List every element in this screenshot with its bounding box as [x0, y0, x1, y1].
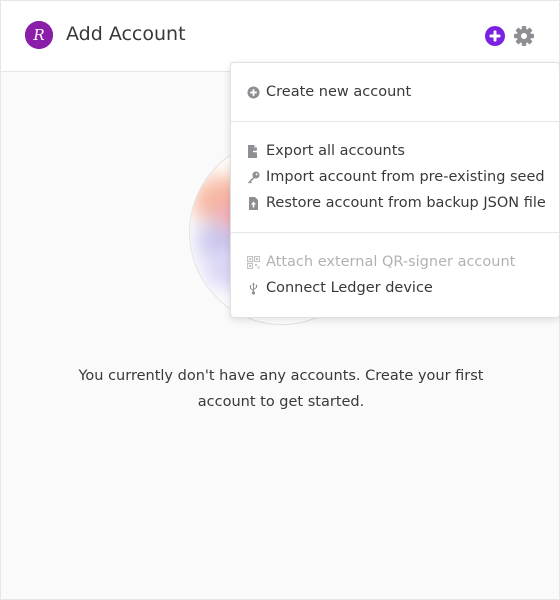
- menu-item-import-from-seed[interactable]: Import account from pre-existing seed: [247, 166, 545, 188]
- plus-circle-icon: [247, 86, 260, 99]
- menu-item-connect-ledger[interactable]: Connect Ledger device: [247, 277, 433, 299]
- file-export-icon: [247, 144, 260, 158]
- usb-icon: [247, 282, 260, 295]
- plus-circle-icon: [485, 26, 505, 46]
- gear-icon: [514, 26, 534, 46]
- page-title: Add Account: [66, 23, 186, 45]
- extension-window: R Add Account You currently don't have a…: [0, 0, 560, 600]
- menu-item-restore-from-json[interactable]: Restore account from backup JSON file: [247, 192, 546, 214]
- menu-item-label: Restore account from backup JSON file: [266, 195, 546, 211]
- svg-text:R: R: [32, 26, 44, 44]
- qrcode-icon: [247, 255, 260, 269]
- menu-item-label: Export all accounts: [266, 143, 405, 159]
- menu-item-label: Connect Ledger device: [266, 280, 433, 296]
- menu-divider: [231, 121, 559, 122]
- menu-item-export-all-accounts[interactable]: Export all accounts: [247, 140, 405, 162]
- menu-item-label: Attach external QR-signer account: [266, 254, 516, 270]
- menu-item-create-new-account[interactable]: Create new account: [247, 81, 411, 103]
- settings-button[interactable]: [513, 25, 535, 47]
- menu-divider: [231, 232, 559, 233]
- polkadot-r-logo-icon: R: [25, 21, 53, 49]
- menu-item-label: Import account from pre-existing seed: [266, 169, 545, 185]
- add-account-button[interactable]: [484, 25, 506, 47]
- add-account-menu: Create new account Export all accounts I…: [230, 62, 560, 318]
- menu-item-attach-qr-signer: Attach external QR-signer account: [247, 251, 515, 273]
- empty-state-message: You currently don't have any accounts. C…: [78, 368, 484, 410]
- file-upload-icon: [247, 196, 260, 210]
- menu-item-label: Create new account: [266, 84, 412, 100]
- key-icon: [247, 171, 260, 184]
